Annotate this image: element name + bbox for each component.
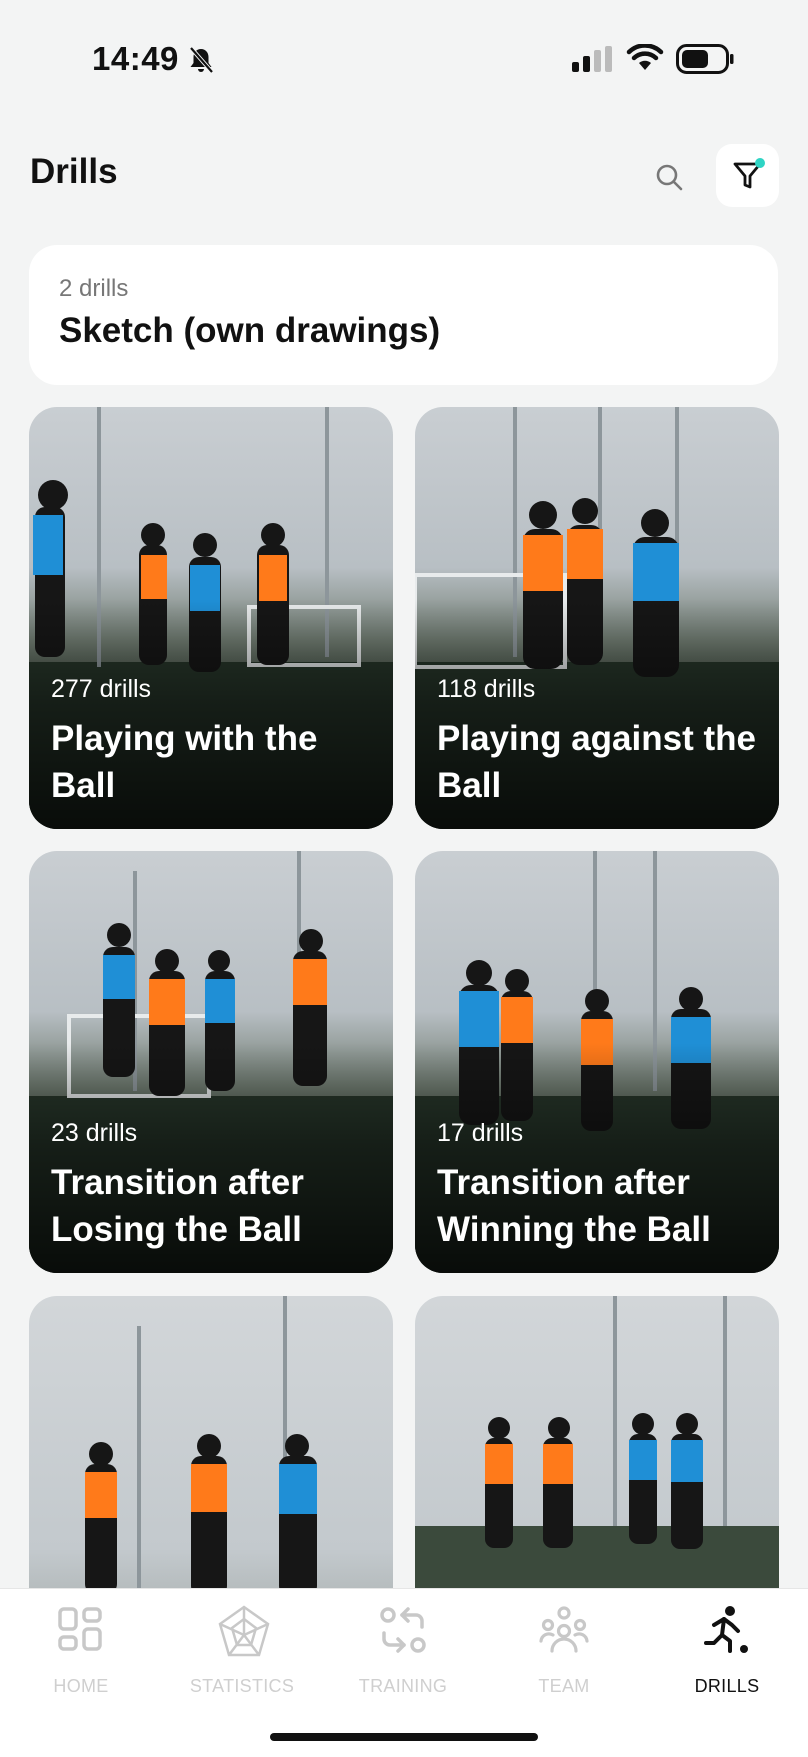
tab-training[interactable]: TRAINING <box>323 1589 483 1757</box>
sketch-drills-card[interactable]: 2 drills Sketch (own drawings) <box>29 245 778 385</box>
drill-count: 23 drills <box>51 1119 138 1147</box>
statistics-web-icon <box>218 1605 270 1657</box>
home-grid-icon <box>58 1607 102 1651</box>
page-title: Drills <box>30 152 118 191</box>
category-tile-playing-with-ball[interactable]: 277 drills Playing with the Ball <box>29 407 393 829</box>
tab-label: TEAM <box>538 1676 590 1696</box>
tab-label: HOME <box>53 1676 109 1696</box>
tab-drills[interactable]: DRILLS <box>647 1589 807 1757</box>
training-arrows-icon <box>380 1607 426 1653</box>
bottom-tab-bar: HOME STATISTICS TRAINING TEAM DRILLS <box>0 1588 808 1757</box>
category-tile-transition-losing-ball[interactable]: 23 drills Transition after Losing the Ba… <box>29 851 393 1273</box>
category-name: Transition after Winning the Ball <box>437 1163 711 1249</box>
search-icon <box>656 164 683 191</box>
bell-slash-icon <box>189 46 214 74</box>
drill-photo <box>85 1296 317 1596</box>
tab-statistics[interactable]: STATISTICS <box>162 1589 322 1757</box>
filter-active-dot <box>755 158 765 168</box>
home-indicator <box>270 1733 538 1741</box>
tab-label: STATISTICS <box>189 1676 295 1696</box>
category-name: Transition after Losing the Ball <box>51 1163 304 1249</box>
tab-home[interactable]: HOME <box>1 1589 161 1757</box>
drill-count: 118 drills <box>437 675 536 703</box>
tab-label: TRAINING <box>358 1676 448 1696</box>
tab-team[interactable]: TEAM <box>484 1589 644 1757</box>
drill-count: 277 drills <box>51 675 152 703</box>
wifi-icon <box>626 44 664 70</box>
tab-label: DRILLS <box>694 1676 760 1696</box>
category-tile-transition-winning-ball[interactable]: 17 drills Transition after Winning the B… <box>415 851 779 1273</box>
filter-icon <box>733 162 762 189</box>
filter-button[interactable] <box>716 144 779 207</box>
status-time: 14:49 <box>92 40 179 77</box>
category-name: Playing against the Ball <box>437 719 756 805</box>
cellular-signal-icon <box>572 46 612 72</box>
status-bar: 14:49 <box>0 0 808 120</box>
drills-runner-icon <box>704 1606 748 1653</box>
battery-icon <box>676 44 734 74</box>
sketch-title: Sketch (own drawings) <box>59 311 441 350</box>
drill-count: 17 drills <box>437 1119 524 1147</box>
sketch-drill-count: 2 drills <box>59 275 129 302</box>
category-tile-playing-against-ball[interactable]: 118 drills Playing against the Ball <box>415 407 779 829</box>
search-button[interactable] <box>650 158 690 198</box>
drill-photo <box>415 1296 779 1596</box>
category-name: Playing with the Ball <box>51 719 318 805</box>
team-icon <box>539 1606 589 1653</box>
